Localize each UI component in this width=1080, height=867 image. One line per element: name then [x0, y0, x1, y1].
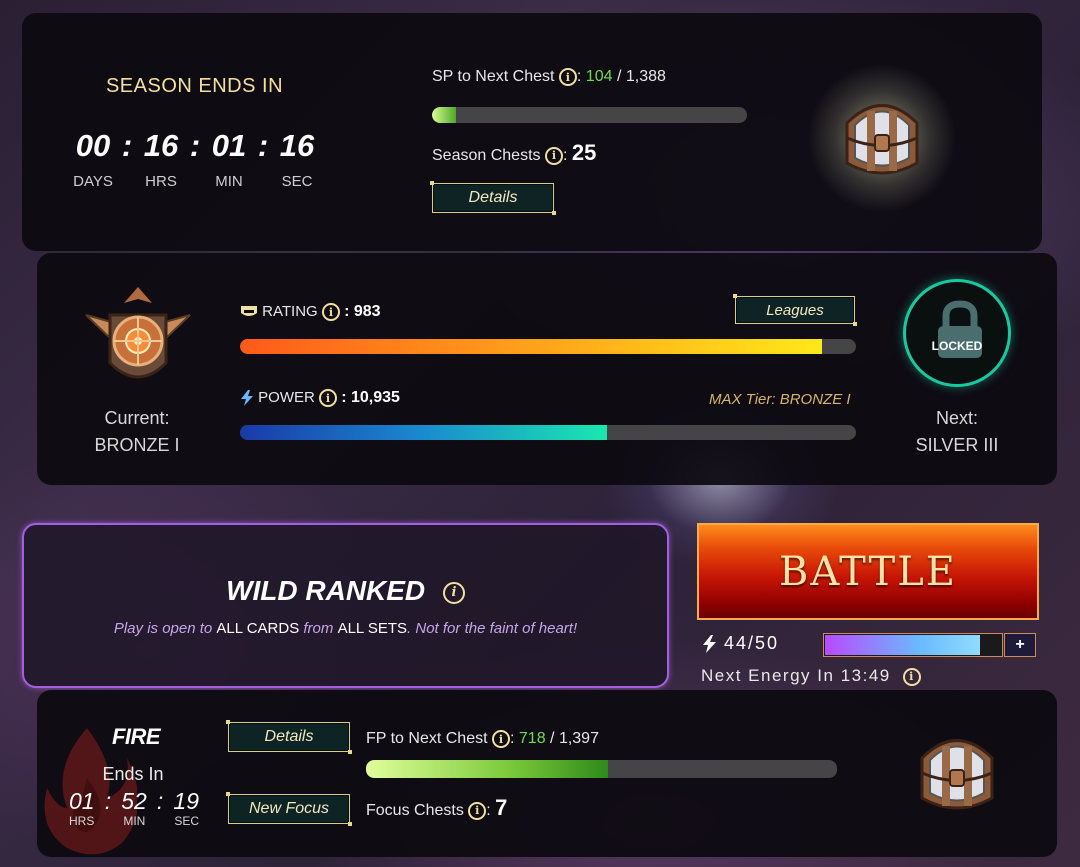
fp-to-next-chest: FP to Next Chest i: 718 / 1,397 [366, 730, 599, 748]
days-label: DAYS [73, 173, 113, 190]
min-label: MIN [215, 173, 243, 190]
season-sec: 16 [279, 128, 315, 163]
timer-colon: : [257, 128, 269, 163]
next-league-locked: LOCKED [903, 279, 1011, 387]
fp-progress-bar [366, 760, 837, 778]
locked-label: LOCKED [931, 339, 983, 353]
power-value: : 10,935 [341, 389, 400, 406]
rating-shield-icon [241, 306, 257, 317]
power-progress-fill [240, 425, 607, 440]
sp-to-next-chest: SP to Next Chest i: 104 / 1,388 [432, 68, 666, 86]
timer-colon: : [121, 128, 133, 163]
fp-label: FP to Next Chest [366, 730, 488, 748]
focus-chests: Focus Chests i: 7 [366, 795, 508, 820]
focus-chests-count: 7 [495, 795, 508, 820]
power-label: POWER [258, 389, 315, 406]
sp-progress-bar [432, 107, 747, 123]
energy-bar [823, 633, 1003, 657]
chest-icon [902, 718, 1012, 828]
focus-chests-label: Focus Chests [366, 802, 464, 819]
focus-name: FIRE [111, 724, 161, 749]
mode-title: WILD RANKED [226, 575, 426, 606]
next-energy-label: Next Energy In [701, 666, 835, 685]
season-chests-label: Season Chests [432, 147, 541, 164]
power-progress-bar [240, 425, 856, 440]
rating-label: RATING [262, 303, 318, 320]
next-energy-time: 13:49 [840, 666, 891, 685]
season-chests: Season Chests i: 25 [432, 140, 597, 165]
next-league-value: SILVER III [915, 435, 999, 455]
focus-hrs: 01 [69, 788, 95, 814]
focus-ends-label: Ends In [102, 764, 164, 784]
info-icon[interactable]: i [558, 68, 577, 86]
current-league: Current: BRONZE I [77, 405, 197, 459]
hrs-label: HRS [69, 814, 95, 828]
sp-progress-fill [432, 107, 456, 123]
mode-description: Play is open to ALL CARDS from ALL SETS.… [113, 620, 578, 637]
season-panel: SEASON ENDS IN 00 : 16 : 01 : 16 DAYS HR… [22, 13, 1042, 251]
season-chests-count: 25 [571, 140, 597, 165]
rating-progress-fill [240, 339, 823, 354]
max-tier: MAX Tier: BRONZE I [709, 391, 851, 408]
energy-value: 44/50 [724, 633, 780, 653]
next-league: Next: SILVER III [897, 405, 1017, 459]
next-label: Next: [935, 408, 978, 428]
focus-details-button[interactable]: Details [226, 720, 352, 754]
power-bolt-icon [241, 390, 253, 407]
rating-line: RATING i : 983 [240, 303, 381, 322]
rating-progress-bar [240, 339, 856, 354]
season-countdown-labels: DAYS HRS MIN SEC [70, 173, 320, 190]
info-icon[interactable]: i [544, 146, 563, 165]
fp-progress-fill [366, 760, 609, 778]
info-icon[interactable]: i [321, 303, 340, 322]
add-energy-button[interactable]: + [1004, 633, 1036, 657]
info-icon[interactable]: i [902, 667, 921, 686]
chest-icon [807, 63, 957, 213]
rating-value: : 983 [344, 303, 381, 320]
info-icon[interactable]: i [468, 801, 487, 820]
current-label: Current: [104, 408, 170, 428]
focus-min: 52 [121, 788, 147, 814]
sec-label: SEC [281, 173, 313, 190]
mode-title-row: WILD RANKED i [24, 575, 667, 607]
battle-button[interactable]: BATTLE [697, 523, 1039, 620]
wild-ranked-panel[interactable]: WILD RANKED i Play is open to ALL CARDS … [22, 523, 669, 688]
focus-panel: FIRE Ends In 01 : 52 : 19 HRS MIN SEC De… [37, 690, 1057, 857]
season-details-button[interactable]: Details [430, 181, 556, 215]
focus-countdown-labels: HRS MIN SEC [69, 814, 199, 828]
season-min: 01 [211, 128, 247, 163]
next-energy-timer: Next Energy In 13:49 i [701, 666, 921, 686]
season-ends-title: SEASON ENDS IN [105, 75, 284, 97]
fp-total: / 1,397 [550, 730, 599, 748]
bronze-league-badge [85, 287, 191, 379]
min-label: MIN [123, 814, 146, 828]
season-countdown: 00 : 16 : 01 : 16 [70, 128, 320, 164]
new-focus-button[interactable]: New Focus [226, 792, 352, 826]
info-icon[interactable]: i [319, 389, 338, 408]
fp-current: 718 [518, 730, 546, 748]
sp-label: SP to Next Chest [432, 68, 555, 86]
timer-colon: : [189, 128, 201, 163]
leagues-button[interactable]: Leagues [733, 294, 857, 326]
season-hrs: 16 [143, 128, 179, 163]
energy-bolt-icon [703, 635, 716, 654]
current-league-value: BRONZE I [94, 435, 180, 455]
energy-display: 44/50 [701, 633, 779, 654]
focus-sec: 19 [173, 788, 199, 814]
info-icon[interactable]: i [491, 730, 510, 748]
hrs-label: HRS [145, 173, 177, 190]
info-icon[interactable]: i [442, 581, 465, 604]
power-line: POWER i : 10,935 [240, 389, 400, 408]
sp-current: 104 [585, 68, 613, 86]
league-panel: Current: BRONZE I RATING i : 983 Leagues… [37, 253, 1057, 485]
sp-total: / 1,388 [616, 68, 666, 86]
energy-bar-fill [825, 635, 980, 655]
focus-countdown: 01 : 52 : 19 [69, 788, 199, 814]
season-days: 00 [75, 128, 111, 163]
sec-label: SEC [174, 814, 199, 828]
